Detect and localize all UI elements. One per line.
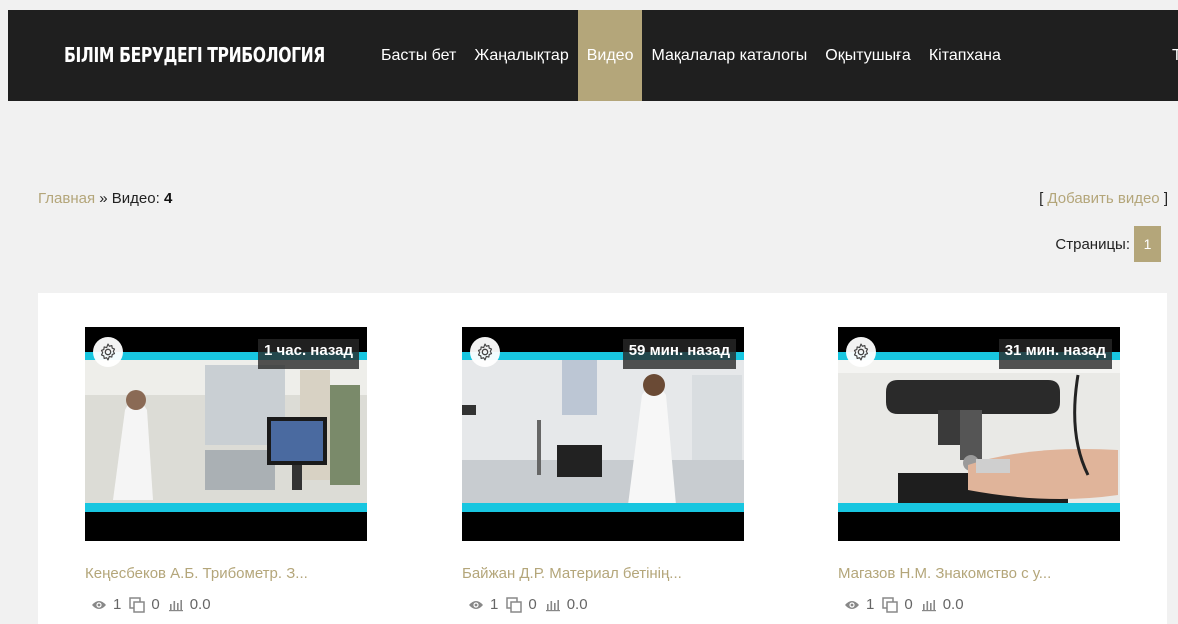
eye-icon [845,600,859,609]
video-stats: 1 0 0.0 [85,596,367,613]
rating-bars-icon [168,599,183,611]
rating-value: 0.0 [942,596,964,613]
video-preview-image [85,355,367,505]
comments-icon [506,596,523,613]
pagination-label: Страницы: [1055,235,1130,253]
video-card[interactable]: 1 час. назад Кеңесбеков А.Б. Трибометр. … [85,327,367,613]
video-list-panel: 1 час. назад Кеңесбеков А.Б. Трибометр. … [38,293,1167,624]
rating-value: 0.0 [189,596,211,613]
rating-stat: 0.0 [168,596,211,613]
views-stat: 1 [844,596,874,613]
eye-icon [92,600,106,609]
nav-item-overflow[interactable]: Т [1172,10,1178,101]
page-number-1[interactable]: 1 [1134,226,1161,262]
main-nav: Басты бет Жаңалықтар Видео Мақалалар кат… [372,10,1010,101]
comments-stat: 0 [129,596,160,613]
nav-item-for-teacher[interactable]: Оқытушыға [816,10,920,101]
video-thumbnail[interactable]: 59 мин. назад [462,327,744,541]
video-stats: 1 0 0.0 [462,596,744,613]
comments-stat: 0 [882,596,913,613]
comments-count: 0 [151,596,160,613]
nav-item-video[interactable]: Видео [577,10,643,101]
comments-stat: 0 [506,596,537,613]
breadcrumb: Главная » Видео: 4 [38,190,172,207]
video-time-badge: 1 час. назад [258,339,359,369]
views-count: 1 [490,596,499,613]
gear-icon[interactable] [93,337,123,367]
comments-count: 0 [904,596,913,613]
rating-value: 0.0 [566,596,588,613]
video-stats: 1 0 0.0 [838,596,1120,613]
add-video-link[interactable]: Добавить видео [1047,190,1159,207]
nav-item-articles-catalog[interactable]: Мақалалар каталогы [642,10,816,101]
bracket-close: ] [1159,190,1168,207]
pagination: Страницы: 1 [1055,226,1161,262]
video-time-badge: 59 мин. назад [622,339,736,369]
video-time-badge: 31 мин. назад [998,339,1112,369]
video-thumbnail[interactable]: 1 час. назад [85,327,367,541]
breadcrumb-current: Видео: [111,190,164,207]
views-stat: 1 [91,596,121,613]
nav-item-home[interactable]: Басты бет [372,10,465,101]
site-header: БІЛІМ БЕРУДЕГІ ТРИБОЛОГИЯ Басты бет Жаңа… [8,10,1178,101]
rating-stat: 0.0 [921,596,964,613]
video-preview-image [838,355,1120,505]
rating-bars-icon [921,599,936,611]
comments-icon [882,596,899,613]
rating-bars-icon [545,599,560,611]
video-stripe-bottom [462,503,744,512]
video-title-link[interactable]: Байжан Д.Р. Материал бетінің... [462,565,744,582]
eye-icon [469,600,483,609]
views-count: 1 [866,596,875,613]
views-count: 1 [113,596,122,613]
gear-icon[interactable] [470,337,500,367]
nav-item-news[interactable]: Жаңалықтар [465,10,577,101]
video-card[interactable]: 31 мин. назад Магазов Н.М. Знакомство с … [838,327,1120,613]
site-logo[interactable]: БІЛІМ БЕРУДЕГІ ТРИБОЛОГИЯ [64,10,325,101]
gear-icon[interactable] [846,337,876,367]
nav-item-library[interactable]: Кітапхана [920,10,1010,101]
video-title-link[interactable]: Кеңесбеков А.Б. Трибометр. З... [85,565,367,582]
comments-count: 0 [528,596,537,613]
views-stat: 1 [468,596,498,613]
video-title-link[interactable]: Магазов Н.М. Знакомство с у... [838,565,1120,582]
video-thumbnail[interactable]: 31 мин. назад [838,327,1120,541]
breadcrumb-separator: » [95,190,112,207]
rating-stat: 0.0 [545,596,588,613]
video-preview-image [462,355,744,505]
comments-icon [129,596,146,613]
video-card[interactable]: 59 мин. назад Байжан Д.Р. Материал бетін… [462,327,744,613]
breadcrumb-home-link[interactable]: Главная [38,190,95,207]
video-stripe-bottom [85,503,367,512]
video-count: 4 [163,190,173,207]
video-stripe-bottom [838,503,1120,512]
add-video-block: [ Добавить видео ] [1039,190,1168,207]
